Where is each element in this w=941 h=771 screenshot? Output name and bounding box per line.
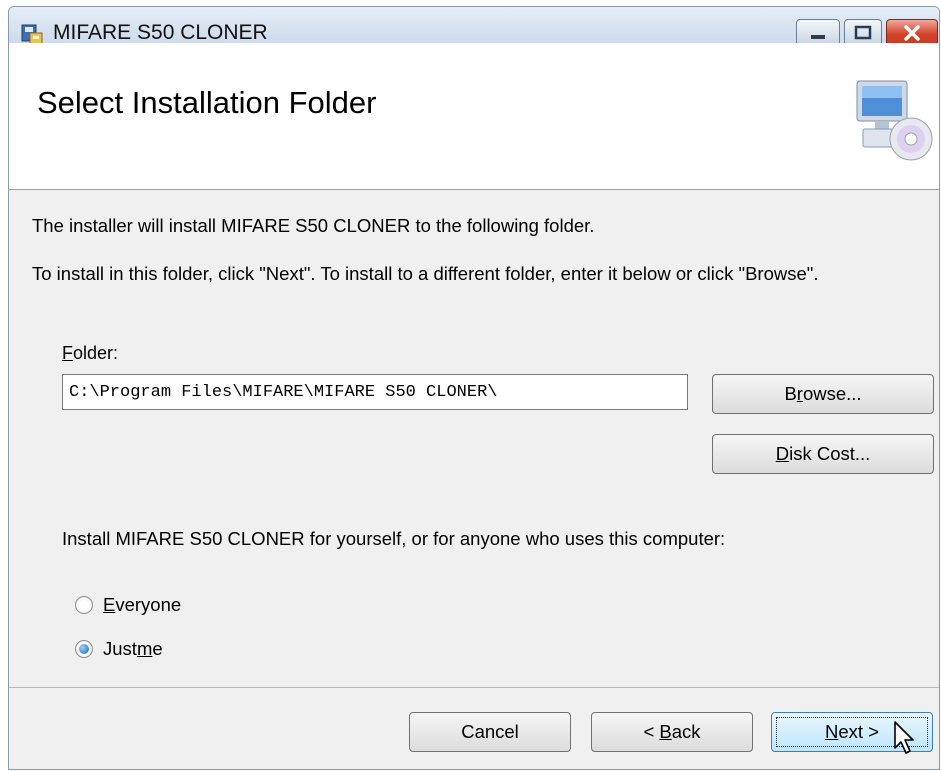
- folder-label-access-key: F: [62, 343, 73, 363]
- install-for-prompt: Install MIFARE S50 CLONER for yourself, …: [62, 528, 726, 549]
- browse-label-pre: B: [784, 383, 797, 404]
- header-banner: Select Installation Folder: [9, 43, 939, 190]
- disk-cost-access-key: D: [775, 443, 790, 464]
- radio-just-me[interactable]: Just me: [75, 638, 163, 660]
- window-title: MIFARE S50 CLONER: [53, 21, 268, 44]
- radio-just-me-label-post: e: [152, 638, 163, 659]
- browse-button[interactable]: Br owse...: [712, 374, 934, 414]
- installer-window: MIFARE S50 CLONER Select Installation Fo…: [8, 6, 940, 770]
- radio-just-me-indicator[interactable]: [75, 640, 93, 658]
- disk-cost-button[interactable]: Disk Cost...: [712, 434, 934, 474]
- radio-everyone-label: veryone: [115, 594, 182, 615]
- back-label-access-key: B: [659, 721, 672, 742]
- footer-divider: [9, 687, 939, 688]
- intro-line-2: To install in this folder, click "Next".…: [32, 263, 819, 284]
- back-label-pre: <: [643, 721, 660, 742]
- back-button[interactable]: < Back: [591, 712, 753, 752]
- page-title: Select Installation Folder: [37, 85, 377, 120]
- radio-everyone-indicator[interactable]: [75, 596, 93, 614]
- folder-label: Folder:: [62, 343, 118, 364]
- intro-line-1: The installer will install MIFARE S50 CL…: [32, 215, 595, 236]
- computer-cd-icon: [856, 80, 933, 161]
- folder-path-input[interactable]: [62, 374, 688, 410]
- radio-just-me-label-pre: Just: [103, 638, 137, 659]
- radio-everyone[interactable]: Everyone: [75, 594, 181, 616]
- folder-label-text: older:: [73, 343, 119, 363]
- cancel-button[interactable]: Cancel: [409, 712, 571, 752]
- mouse-pointer-icon: [894, 721, 914, 754]
- radio-just-me-access-key: m: [136, 638, 153, 659]
- disk-cost-label: isk Cost...: [789, 443, 871, 464]
- radio-everyone-access-key: E: [103, 594, 116, 615]
- browse-label-post: owse...: [802, 383, 862, 404]
- back-label-post: ack: [671, 721, 701, 742]
